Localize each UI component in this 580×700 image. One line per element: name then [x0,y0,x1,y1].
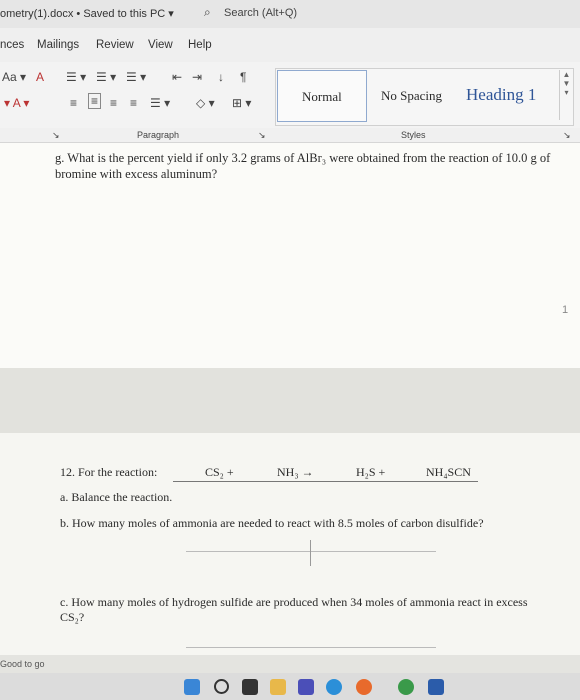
menu-bar: nces Mailings Review View Help [0,28,580,62]
clear-formatting-icon[interactable]: A [36,70,44,84]
show-formatting-icon[interactable]: ¶ [240,70,246,84]
tab-mailings[interactable]: Mailings [37,39,79,51]
file-explorer-icon[interactable] [270,679,286,695]
answer-line-c[interactable] [186,647,436,648]
bullets-icon[interactable]: ☰ ▾ [66,70,86,84]
style-heading-1[interactable]: Heading 1 [458,70,558,120]
question-g[interactable]: g. What is the percent yield if only 3.2… [55,150,575,182]
taskbar [0,673,580,700]
status-text: Good to go [0,659,45,669]
align-center-icon[interactable]: ≡ [88,93,102,109]
search-icon: ⌕ [204,5,211,19]
part-c[interactable]: c. How many moles of hydrogen sulfide ar… [60,595,540,625]
eq-cs2: CS₂ + [205,465,234,479]
font-dialog-launcher-icon[interactable]: ↘ [52,130,60,141]
task-view-icon[interactable] [242,679,258,695]
styles-scroll[interactable]: ▲ ▼ ▾ [559,70,573,120]
styles-dialog-launcher-icon[interactable]: ↘ [563,130,571,141]
group-label-paragraph: Paragraph [137,130,180,140]
status-bar: Good to go [0,655,580,673]
chrome-icon[interactable] [398,679,414,695]
align-left-icon[interactable]: ≡ [70,96,77,110]
shading-icon[interactable]: ◇ ▾ [196,96,215,110]
borders-icon[interactable]: ⊞ ▾ [232,96,251,110]
title-bar: ometry(1).docx • Saved to this PC ▾ ⌕ Se… [0,0,580,28]
text-cursor [310,540,311,566]
multilevel-list-icon[interactable]: ☰ ▾ [126,70,146,84]
blank-line [173,481,243,482]
eq-nh4scn: NH₄SCN [426,465,471,479]
style-normal[interactable]: Normal [277,70,367,122]
page-number: 1 [562,304,569,316]
search-box[interactable]: ⌕ Search (Alt+Q) [200,4,370,22]
align-right-icon[interactable]: ≡ [110,96,117,110]
part-a[interactable]: a. Balance the reaction. [60,490,172,505]
answer-line-b[interactable] [186,551,436,552]
question-12-intro[interactable]: 12. For the reaction: [60,465,157,480]
part-b[interactable]: b. How many moles of ammonia are needed … [60,516,484,531]
paragraph-dialog-launcher-icon[interactable]: ↘ [258,130,266,141]
edge-icon[interactable] [326,679,342,695]
document-title[interactable]: ometry(1).docx • Saved to this PC ▾ [0,7,174,20]
line-spacing-icon[interactable]: ☰ ▾ [150,96,170,110]
start-icon[interactable] [184,679,200,695]
justify-icon[interactable]: ≡ [130,96,137,110]
style-no-spacing[interactable]: No Spacing [368,70,456,120]
decrease-indent-icon[interactable]: ⇤ [172,70,182,84]
page-break-gap [0,368,580,433]
search-placeholder: Search (Alt+Q) [224,7,298,19]
sort-icon[interactable]: ↓ [218,70,224,84]
style-normal-label: Normal [302,89,342,104]
group-label-styles: Styles [401,130,426,140]
blank-line [243,481,318,482]
teams-icon[interactable] [298,679,314,695]
style-heading-1-label: Heading 1 [466,85,537,104]
change-case-icon[interactable]: Aa ▾ [2,70,26,84]
search-taskbar-icon[interactable] [214,679,229,694]
firefox-icon[interactable] [356,679,372,695]
tab-references[interactable]: nces [0,39,24,51]
ribbon-group-labels: ↘ Paragraph ↘ Styles ↘ [0,128,580,143]
font-color-icon[interactable]: ▾ A ▾ [4,96,29,110]
tab-review[interactable]: Review [96,39,134,51]
tab-help[interactable]: Help [188,39,212,51]
eq-nh3: NH₃ → [277,465,314,479]
numbering-icon[interactable]: ☰ ▾ [96,70,116,84]
tab-view[interactable]: View [148,39,173,51]
blank-line [393,481,478,482]
blank-line [318,481,393,482]
style-no-spacing-label: No Spacing [381,88,443,103]
increase-indent-icon[interactable]: ⇥ [192,70,202,84]
word-icon[interactable] [428,679,444,695]
eq-h2s: H₂S + [356,465,386,479]
